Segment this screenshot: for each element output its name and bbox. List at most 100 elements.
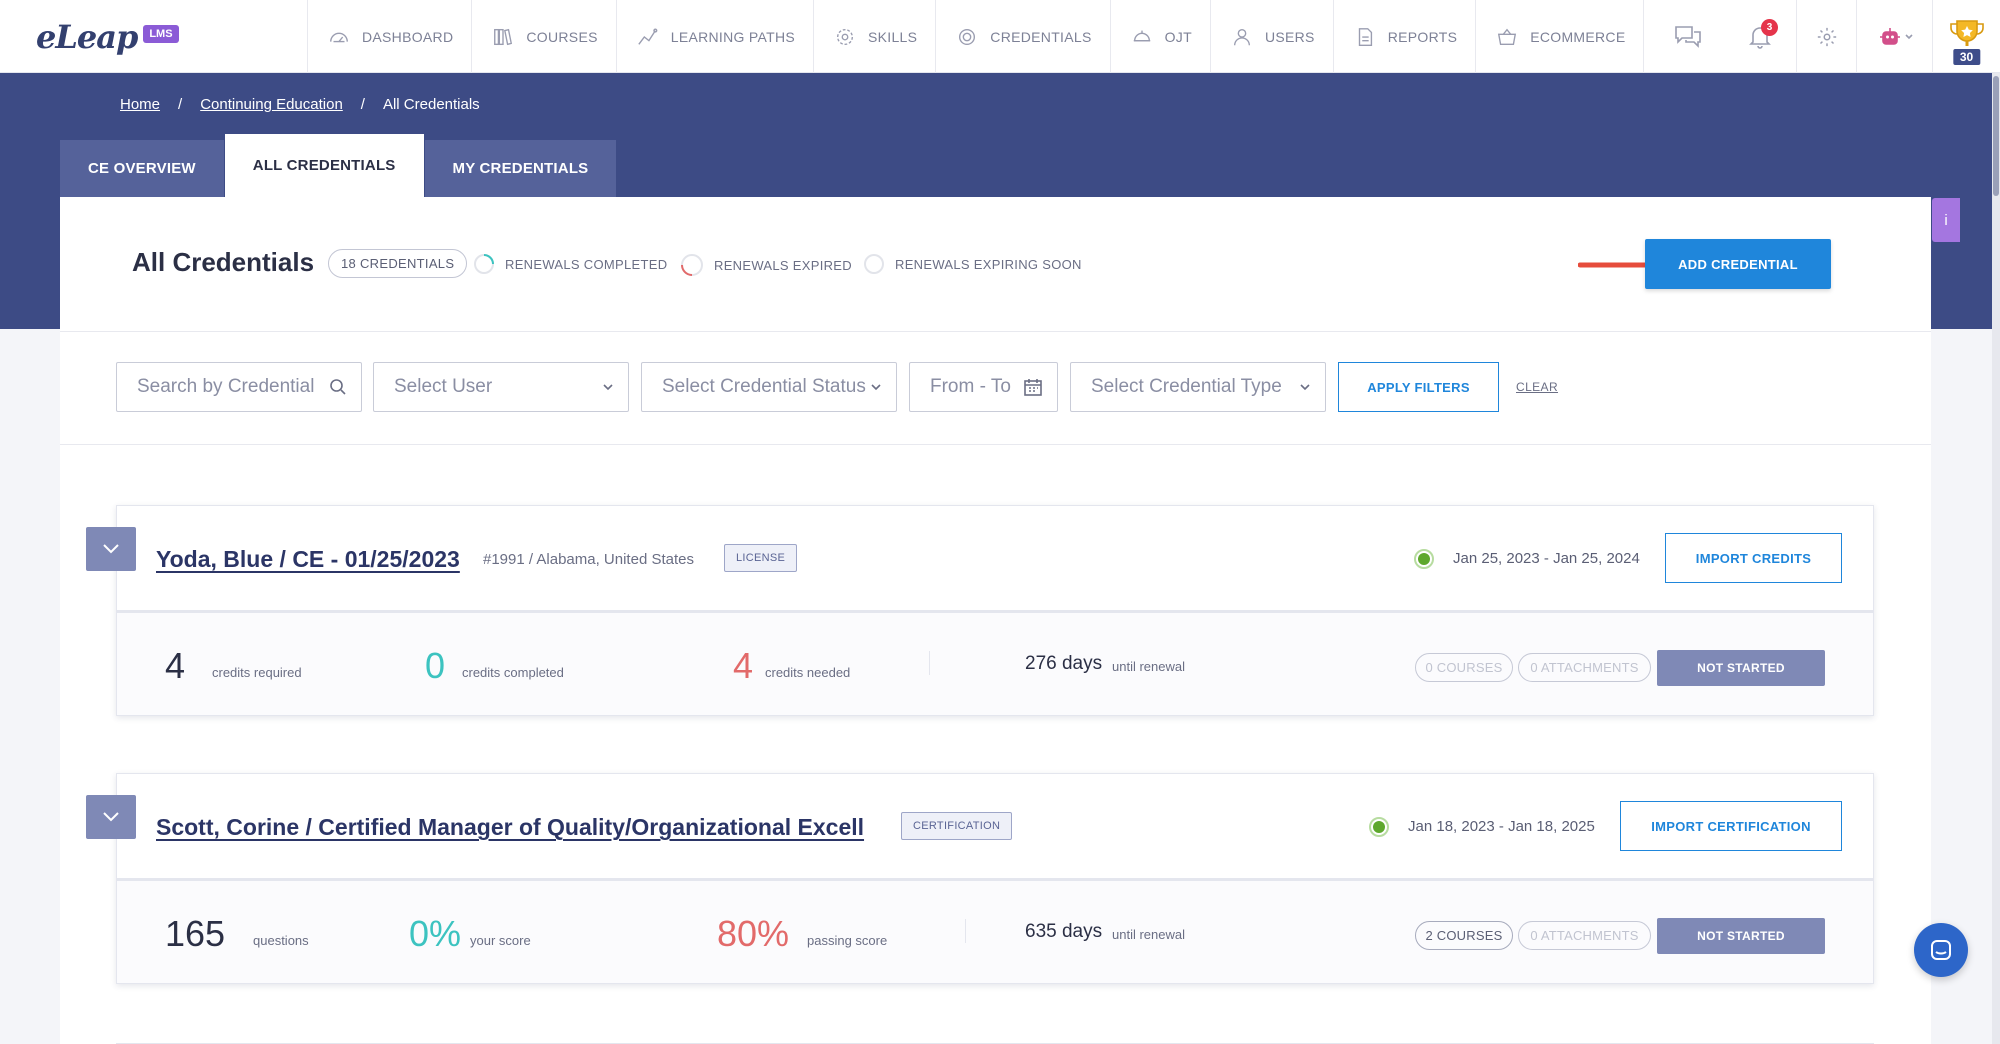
robot-avatar-icon	[1879, 27, 1900, 45]
credential-tabs: CE OVERVIEW ALL CREDENTIALS MY CREDENTIA…	[60, 134, 617, 197]
select-type-value: Select Credential Type	[1091, 376, 1282, 397]
add-credential-button[interactable]: ADD CREDENTIAL	[1645, 239, 1831, 289]
credential-card: Scott, Corine / Certified Manager of Qua…	[86, 773, 1874, 984]
tab-my-credentials[interactable]: MY CREDENTIALS	[424, 140, 617, 197]
stat-label: your score	[470, 933, 531, 948]
page-title: All Credentials	[132, 247, 315, 277]
dashboard-icon	[330, 32, 348, 42]
nav-users-label: USERS	[1264, 28, 1315, 45]
stat-label: credits required	[212, 665, 302, 680]
legend-renewals-expiring-soon: RENEWALS EXPIRING SOON	[863, 253, 1082, 275]
scrollbar-thumb[interactable]	[1993, 76, 1999, 196]
panel-header: All Credentials 18 CREDENTIALS RENEWALS …	[60, 197, 1931, 332]
expand-toggle-button[interactable]	[86, 795, 136, 839]
stat-value: 80%	[717, 913, 790, 954]
legend-label: RENEWALS EXPIRING SOON	[895, 256, 1082, 272]
nav-users[interactable]: USERS	[1211, 0, 1334, 73]
top-navigation-bar: eLeap LMS DASHBOARD COURSES LEARNING PAT…	[0, 0, 2000, 73]
attachments-count-pill[interactable]: 0 ATTACHMENTS	[1518, 921, 1651, 950]
nav-ojt-label: OJT	[1164, 28, 1192, 45]
courses-count-pill[interactable]: 2 COURSES	[1415, 921, 1513, 950]
nav-dashboard[interactable]: DASHBOARD	[308, 0, 473, 73]
select-user-dropdown[interactable]: Select User	[373, 362, 629, 412]
breadcrumb-home[interactable]: Home	[120, 96, 160, 113]
divider	[929, 651, 930, 675]
nav-skills[interactable]: SKILLS	[814, 0, 937, 73]
nav-ecommerce[interactable]: ECOMMERCE	[1476, 0, 1645, 73]
stat-label: credits completed	[462, 665, 564, 680]
days-label: until renewal	[1112, 659, 1185, 674]
legend-renewals-completed: RENEWALS COMPLETED	[473, 253, 667, 275]
select-credential-type-dropdown[interactable]: Select Credential Type	[1070, 362, 1326, 412]
user-avatar-menu[interactable]	[1856, 0, 1932, 73]
import-credits-button[interactable]: IMPORT CREDITS	[1665, 533, 1842, 583]
progress-ring-expired-icon	[681, 254, 703, 276]
notifications-button[interactable]: 3	[1724, 0, 1796, 73]
breadcrumb-separator: /	[360, 96, 365, 113]
expand-toggle-button[interactable]	[86, 527, 136, 571]
credential-name-link[interactable]: Yoda, Blue / CE - 01/25/2023	[156, 546, 460, 573]
filter-bar: Search by Credential Select User Select …	[60, 333, 1931, 445]
credential-meta: #1991 / Alabama, United States	[483, 551, 694, 568]
attachments-count-pill[interactable]: 0 ATTACHMENTS	[1518, 653, 1651, 682]
logo-badge: LMS	[143, 25, 179, 43]
side-info-tab[interactable]: i	[1932, 198, 1960, 242]
date-range-picker[interactable]: From - To	[909, 362, 1058, 412]
date-range-value: From - To	[930, 376, 1011, 397]
nav-reports[interactable]: REPORTS	[1334, 0, 1477, 73]
chevron-down-icon	[1300, 384, 1310, 391]
breadcrumb-continuing-education[interactable]: Continuing Education	[200, 96, 343, 113]
gear-icon	[1817, 27, 1836, 46]
chevron-down-icon	[871, 384, 881, 391]
trophy-count: 30	[1952, 49, 1981, 65]
nav-credentials[interactable]: CREDENTIALS	[936, 0, 1111, 73]
courses-count-pill[interactable]: 0 COURSES	[1415, 653, 1513, 682]
days-until-renewal: 276 days	[1025, 653, 1103, 674]
nav-learning-paths[interactable]: LEARNING PATHS	[617, 0, 814, 73]
logo-word: eLeap	[36, 18, 138, 56]
nav-ojt[interactable]: OJT	[1111, 0, 1211, 73]
credential-type-badge: LICENSE	[724, 544, 798, 572]
breadcrumb-separator: /	[178, 96, 183, 113]
divider	[965, 919, 966, 943]
clear-filters-link[interactable]: CLEAR	[1516, 380, 1558, 394]
stat-value: 4	[733, 645, 754, 686]
tab-ce-overview[interactable]: CE OVERVIEW	[60, 140, 224, 197]
messages-button[interactable]	[1652, 0, 1724, 73]
credential-card-stats: 4 credits required 0 credits completed 4…	[117, 613, 1873, 715]
main-nav: DASHBOARD COURSES LEARNING PATHS SKILLS …	[307, 0, 1645, 73]
select-credential-status-dropdown[interactable]: Select Credential Status	[641, 362, 897, 412]
nav-courses-label: COURSES	[526, 28, 598, 45]
tab-all-credentials[interactable]: ALL CREDENTIALS	[224, 134, 424, 197]
import-certification-button[interactable]: IMPORT CERTIFICATION	[1620, 801, 1842, 851]
calendar-icon	[1024, 379, 1042, 396]
chat-icon	[1931, 940, 1951, 960]
select-user-value: Select User	[394, 376, 493, 397]
search-credential-input[interactable]: Search by Credential	[116, 362, 362, 412]
nav-dashboard-label: DASHBOARD	[362, 28, 454, 45]
credential-date-range: Jan 18, 2023 - Jan 18, 2025	[1408, 818, 1595, 835]
credential-card: Yoda, Blue / CE - 01/25/2023 #1991 / Ala…	[86, 505, 1874, 716]
support-chat-button[interactable]	[1914, 923, 1968, 977]
nav-courses[interactable]: COURSES	[472, 0, 617, 73]
page-scrollbar[interactable]	[1992, 73, 2000, 1044]
credential-count-badge: 18 CREDENTIALS	[328, 249, 468, 278]
basket-icon	[1498, 28, 1517, 45]
days-until-renewal: 635 days	[1025, 921, 1103, 942]
apply-filters-button[interactable]: APPLY FILTERS	[1338, 362, 1499, 412]
nav-credentials-label: CREDENTIALS	[990, 28, 1092, 45]
credential-card-header: Yoda, Blue / CE - 01/25/2023 #1991 / Ala…	[86, 506, 1873, 613]
credential-icon	[959, 28, 976, 45]
chat-bubbles-icon	[1675, 25, 1701, 48]
credential-card-stats: 165 questions 0% your score 80% passing …	[117, 881, 1873, 983]
stat-value: 0%	[409, 913, 462, 954]
progress-ring-expiring-icon	[864, 254, 884, 274]
settings-button[interactable]	[1796, 0, 1856, 73]
legend-renewals-expired: RENEWALS EXPIRED	[680, 253, 852, 277]
report-icon	[1358, 27, 1372, 46]
eleap-logo[interactable]: eLeap LMS	[36, 18, 179, 56]
trophy-button[interactable]: 30	[1932, 0, 2000, 73]
chevron-down-icon	[103, 812, 119, 822]
credential-name-link[interactable]: Scott, Corine / Certified Manager of Qua…	[156, 814, 864, 841]
stat-label: credits needed	[765, 665, 851, 680]
